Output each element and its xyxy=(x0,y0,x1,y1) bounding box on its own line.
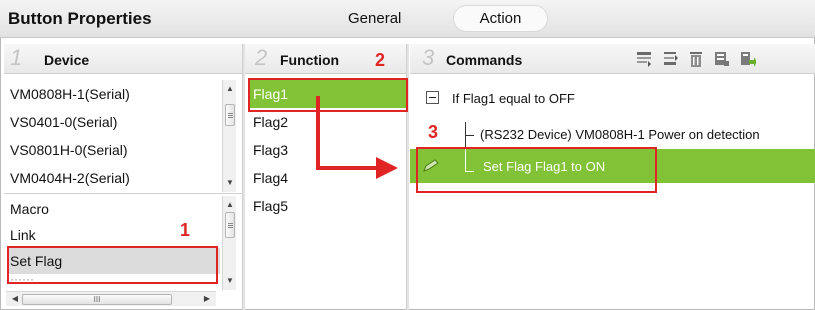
device-item[interactable]: VS0801H-0(Serial) xyxy=(8,136,220,164)
window-title: Button Properties xyxy=(8,9,152,28)
device-item[interactable]: VM0404H-2(Serial) xyxy=(8,164,220,192)
horizontal-scrollbar[interactable]: ◀ III ▶ xyxy=(6,291,216,306)
tree-node-rs232-command[interactable]: (RS232 Device) VM0808H-1 Power on detect… xyxy=(480,127,760,142)
scrollbar-thumb[interactable] xyxy=(225,212,235,238)
tree-connector xyxy=(465,135,474,136)
scrollbar-thumb[interactable] xyxy=(225,104,235,126)
device-column-label: Device xyxy=(44,52,90,68)
commands-column-label: Commands xyxy=(446,52,523,68)
delete-icon[interactable] xyxy=(688,50,704,68)
tab-action[interactable]: Action xyxy=(453,5,548,32)
function-item-flag4[interactable]: Flag4 xyxy=(250,164,406,192)
scroll-right-icon[interactable]: ▶ xyxy=(200,292,214,306)
device-settings-icon[interactable] xyxy=(714,50,730,68)
annotation-box-2 xyxy=(248,78,408,112)
function-item-flag2[interactable]: Flag2 xyxy=(250,108,406,136)
function-column-label: Function xyxy=(280,52,340,68)
title-bar: Button Properties General Action xyxy=(0,0,815,38)
annotation-box-3 xyxy=(416,147,657,193)
function-item-flag5[interactable]: Flag5 xyxy=(250,192,406,220)
device-list-scrollbar[interactable]: ▲ ▼ xyxy=(222,80,236,192)
annotation-marker-1: 1 xyxy=(180,220,191,240)
list-divider xyxy=(4,193,242,194)
step-number-1: 1 xyxy=(10,45,23,70)
command-tree: If Flag1 equal to OFF (RS232 Device) VM0… xyxy=(410,80,815,310)
insert-command-icon[interactable] xyxy=(636,50,652,68)
scroll-down-icon[interactable]: ▼ xyxy=(223,176,237,190)
panel-divider[interactable] xyxy=(242,44,245,310)
annotation-box-1 xyxy=(7,246,218,284)
scrollbar-thumb[interactable]: III xyxy=(22,294,172,305)
macro-item[interactable]: Macro xyxy=(8,196,220,222)
scroll-up-icon[interactable]: ▲ xyxy=(223,198,237,212)
device-item[interactable]: VS0401-0(Serial) xyxy=(8,108,220,136)
tree-node-if-condition[interactable]: If Flag1 equal to OFF xyxy=(452,91,575,106)
tab-general[interactable]: General xyxy=(348,10,401,27)
move-command-icon[interactable] xyxy=(662,50,678,68)
device-column-header: 1 Device xyxy=(4,44,242,74)
commands-toolbar xyxy=(636,50,756,72)
scroll-up-icon[interactable]: ▲ xyxy=(223,82,237,96)
annotation-marker-2: 2 xyxy=(375,50,386,70)
macro-list-scrollbar[interactable]: ▲ ▼ xyxy=(222,196,236,290)
device-list: VM0808H-1(Serial) VS0401-0(Serial) VS080… xyxy=(8,80,220,192)
step-number-2: 2 xyxy=(255,45,268,70)
step-number-3: 3 xyxy=(422,45,435,70)
device-export-icon[interactable] xyxy=(740,50,756,68)
device-item[interactable]: VM0808H-1(Serial) xyxy=(8,80,220,108)
collapse-icon[interactable] xyxy=(426,91,439,104)
function-item-flag3[interactable]: Flag3 xyxy=(250,136,406,164)
scroll-down-icon[interactable]: ▼ xyxy=(223,274,237,288)
annotation-marker-3: 3 xyxy=(428,122,439,142)
scroll-left-icon[interactable]: ◀ xyxy=(8,292,22,306)
